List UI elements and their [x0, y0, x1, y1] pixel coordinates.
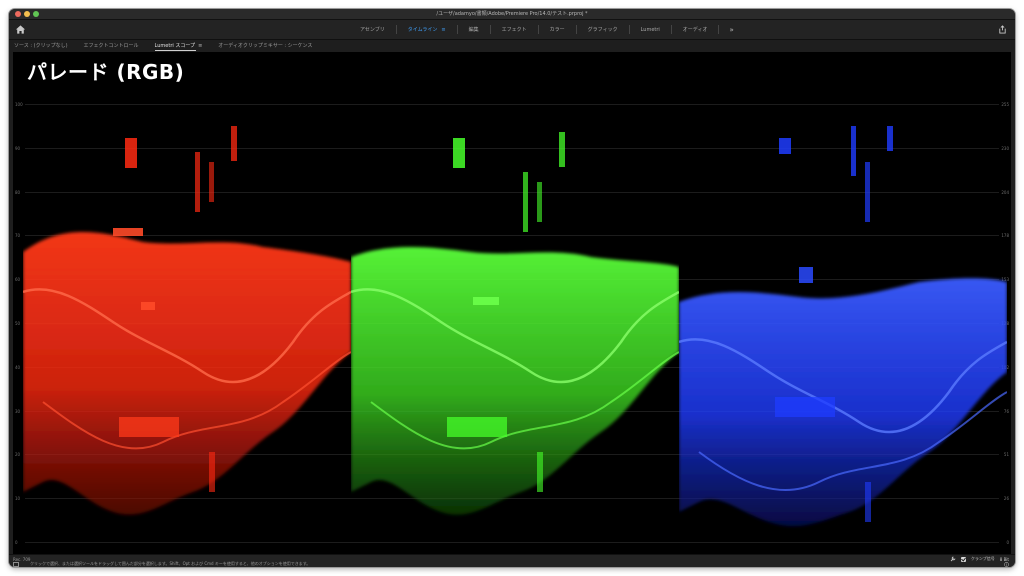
workspace-tab-effects[interactable]: エフェクト — [491, 20, 538, 39]
blue-spike — [779, 138, 791, 154]
scope-axis-label-left: 80 — [15, 189, 21, 195]
selection-tool-icon — [13, 562, 19, 567]
wrench-icon[interactable] — [950, 556, 956, 562]
red-channel-trace — [23, 52, 351, 554]
scope-axis-label-left: 70 — [15, 233, 21, 239]
tab-source[interactable]: ソース : (クリップなし) — [14, 42, 68, 49]
scope-axis-label-left: 100 — [15, 102, 23, 107]
rgb-parade-scope: 1002559023080204701786015350128401023076… — [13, 52, 1011, 554]
tab-effect-controls[interactable]: エフェクトコントロール — [84, 42, 139, 49]
workspace-menu-icon[interactable]: ≡ — [441, 27, 445, 33]
title-bar: /ユーザ/adamyo/書類/Adobe/Premiere Pro/14.0/テ… — [9, 9, 1015, 20]
tab-lumetri-scopes-label: Lumetri スコープ — [154, 43, 196, 49]
green-channel-trace — [351, 52, 679, 554]
scope-axis-label-left: 0 — [15, 540, 18, 545]
scope-axis-label-left: 10 — [15, 496, 21, 502]
green-spike — [453, 138, 465, 168]
red-spike — [125, 138, 137, 168]
tab-audio-clip-mixer[interactable]: オーディオクリップミキサー : シーケンス — [218, 42, 312, 49]
scope-axis-label-left: 20 — [15, 452, 21, 458]
red-trace-mass — [23, 232, 351, 515]
window-title: /ユーザ/adamyo/書類/Adobe/Premiere Pro/14.0/テ… — [436, 11, 588, 17]
workspace-tab-lumetri[interactable]: Lumetri — [630, 20, 671, 39]
workspace-bar: アセンブリ タイムライン ≡ 編集 エフェクト カラー グラフィック Lumet… — [9, 20, 1015, 40]
workspace-tab-timeline[interactable]: タイムライン ≡ — [397, 20, 457, 39]
scope-axis-label-left: 50 — [15, 321, 21, 326]
workspace-tab-assembly[interactable]: アセンブリ — [349, 20, 396, 39]
status-bar: Rec. 709 クリックで選択、または選択ツールをドラッグして囲んだ部分を選択… — [9, 554, 1015, 567]
green-trace-mass — [351, 247, 679, 515]
workspace-tab-audio[interactable]: オーディオ — [672, 20, 719, 39]
app-window: /ユーザ/adamyo/書類/Adobe/Premiere Pro/14.0/テ… — [9, 9, 1015, 567]
status-message: クリックで選択、または選択ツールをドラッグして囲んだ部分を選択します。Shift… — [30, 561, 311, 566]
tab-lumetri-scopes[interactable]: Lumetri スコープ ≡ — [154, 42, 202, 51]
scope-axis-label-left: 30 — [15, 408, 21, 414]
workspace-tab-graphics[interactable]: グラフィック — [577, 20, 629, 39]
panel-menu-icon[interactable]: ≡ — [198, 43, 202, 49]
scope-controls: クランプ信号 8 Bit — [950, 556, 1009, 562]
scope-title: パレード (RGB) — [27, 60, 185, 84]
workspace-tabs: アセンブリ タイムライン ≡ 編集 エフェクト カラー グラフィック Lumet… — [349, 20, 744, 39]
clamp-signal-label: クランプ信号 — [970, 556, 995, 561]
workspace-tab-color[interactable]: カラー — [539, 20, 576, 39]
more-workspaces-button[interactable]: » — [719, 26, 743, 34]
info-icon[interactable] — [1004, 562, 1009, 567]
panel-tab-bar: ソース : (クリップなし) エフェクトコントロール Lumetri スコープ ≡… — [9, 40, 1015, 51]
blue-trace-mass — [679, 278, 1007, 527]
home-icon[interactable] — [15, 24, 26, 35]
workspace-tab-editing[interactable]: 編集 — [458, 20, 490, 39]
scope-axis-label-left: 40 — [15, 364, 21, 370]
scope-axis-label-left: 90 — [15, 145, 21, 151]
blue-channel-trace — [679, 52, 1007, 554]
share-icon[interactable] — [998, 25, 1007, 34]
clamp-signal-checkbox[interactable] — [960, 556, 966, 562]
scope-axis-label-left: 60 — [15, 277, 21, 283]
bit-depth-select[interactable]: 8 Bit — [1000, 557, 1009, 562]
